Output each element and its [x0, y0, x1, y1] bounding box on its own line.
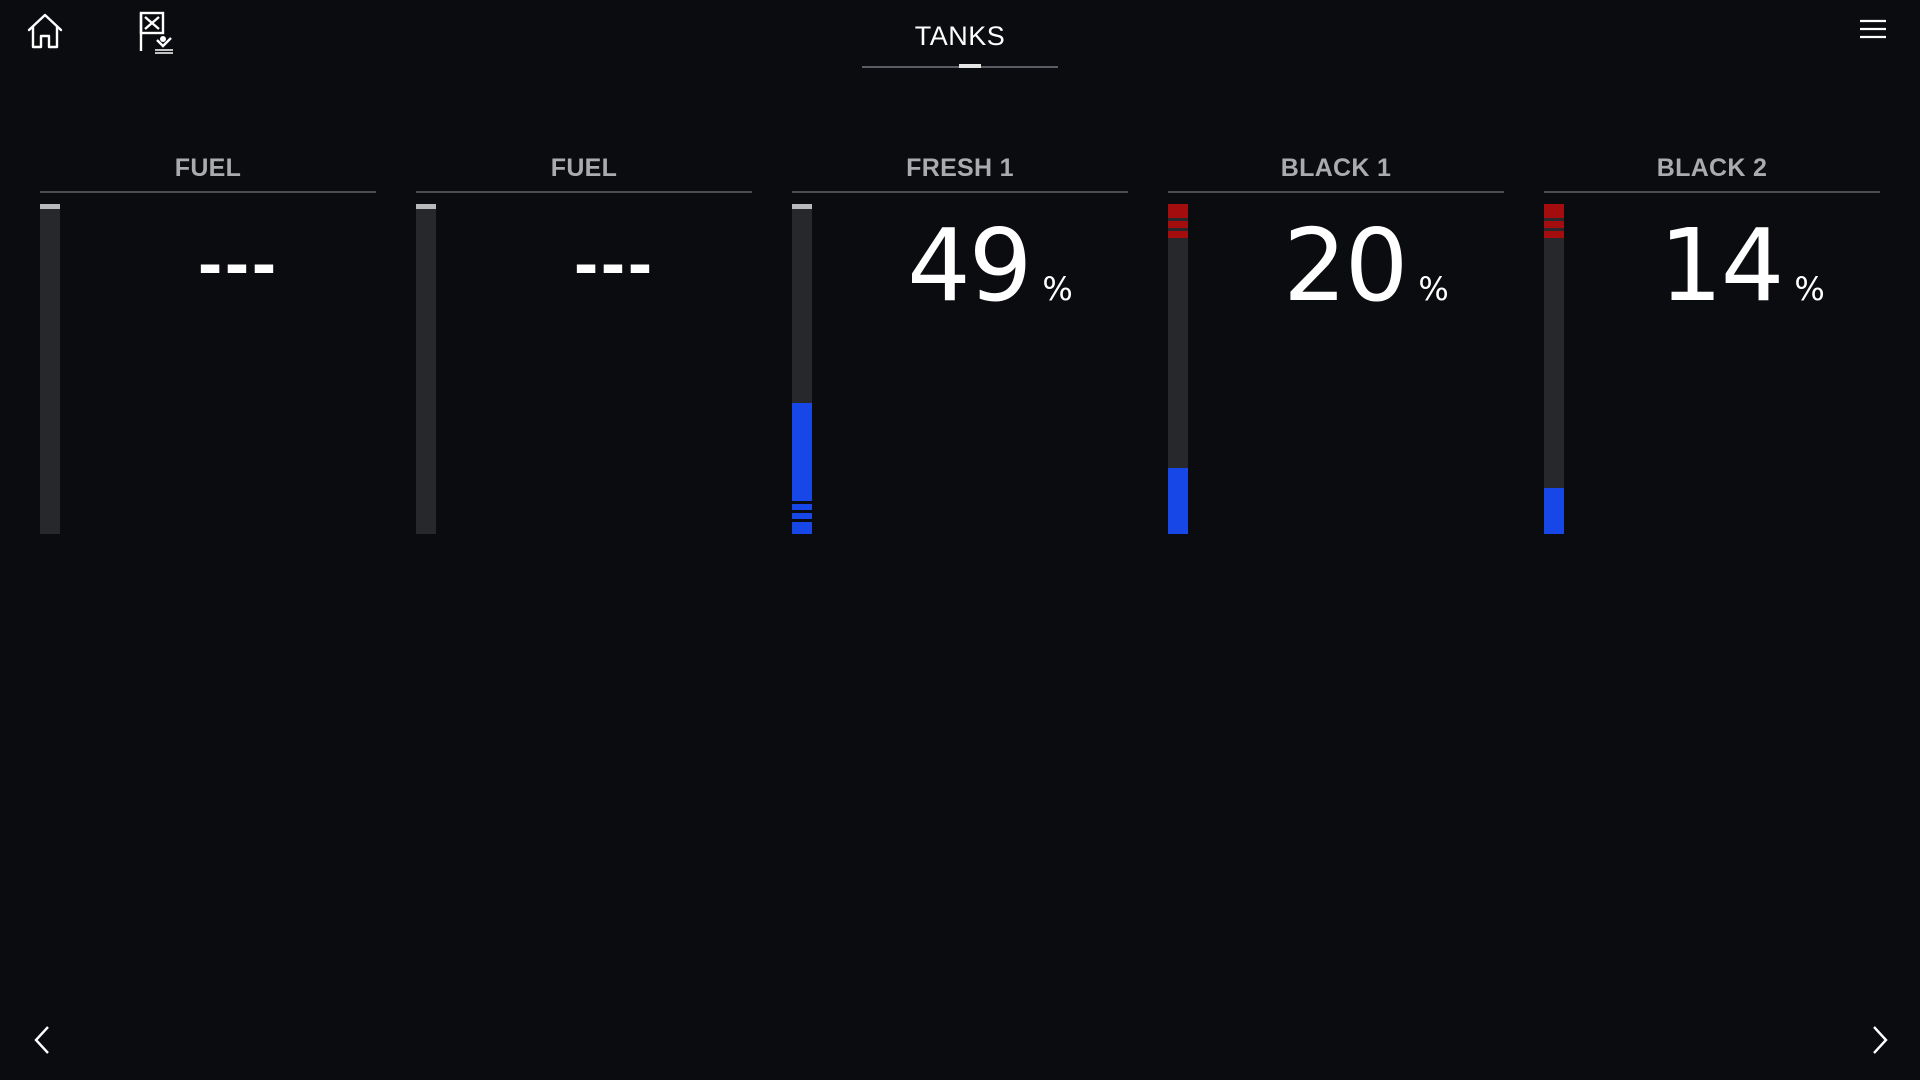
page-title: TANKS — [914, 21, 1006, 51]
tank-value: --- — [100, 216, 376, 316]
home-button[interactable] — [20, 8, 70, 54]
gauge-top-marker — [40, 204, 60, 209]
alarm-segment — [1168, 231, 1188, 238]
tank-level-gauge — [792, 204, 812, 534]
tank-value-number: --- — [573, 231, 655, 301]
alarm-segment — [1544, 231, 1564, 238]
man-overboard-icon — [139, 11, 173, 54]
chevron-right-icon — [1873, 1026, 1888, 1054]
tank-label: FRESH 1 — [906, 154, 1014, 182]
tank-value-unit: % — [1418, 270, 1449, 308]
tank-divider — [1544, 191, 1880, 193]
tank-black-2[interactable]: BLACK 2 14% — [1544, 150, 1880, 535]
tank-fuel-2[interactable]: FUEL --- — [416, 150, 752, 535]
next-page-button[interactable] — [1860, 1018, 1900, 1062]
tank-value-unit: % — [1042, 270, 1073, 308]
tank-level-fill — [792, 403, 812, 534]
tank-divider — [416, 191, 752, 193]
tank-value-number: 20 — [1283, 207, 1408, 324]
tank-value: 20% — [1228, 216, 1504, 316]
alarm-segment — [1168, 221, 1188, 228]
tank-level-fill — [1168, 468, 1188, 534]
alarm-segment — [1544, 221, 1564, 228]
tank-black-1[interactable]: BLACK 1 20% — [1168, 150, 1504, 535]
low-level-mark — [792, 519, 812, 522]
tank-fresh-1[interactable]: FRESH 1 49% — [792, 150, 1128, 535]
hamburger-menu-icon — [1860, 19, 1886, 39]
page-indicator — [959, 64, 981, 68]
tank-label: BLACK 2 — [1656, 154, 1768, 182]
tank-label: FUEL — [550, 154, 618, 182]
alarm-segment — [1168, 204, 1188, 218]
tank-divider — [1168, 191, 1504, 193]
tank-value: --- — [476, 216, 752, 316]
low-level-mark — [792, 501, 812, 504]
menu-button[interactable] — [1848, 10, 1898, 50]
tank-value-unit: % — [1794, 270, 1825, 308]
gauge-top-marker — [792, 204, 812, 209]
tank-label: FUEL — [174, 154, 242, 182]
tank-value: 49% — [852, 216, 1128, 316]
tank-level-gauge — [1544, 204, 1564, 534]
tank-level-gauge — [416, 204, 436, 534]
tank-value-number: 14 — [1659, 207, 1784, 324]
tank-level-gauge — [1168, 204, 1188, 534]
man-overboard-button[interactable] — [132, 6, 182, 56]
tank-label: BLACK 1 — [1280, 154, 1392, 182]
tank-value-number: 49 — [907, 207, 1032, 324]
tank-value-number: --- — [197, 231, 279, 301]
alarm-segment — [1544, 204, 1564, 218]
page-title-tab[interactable]: TANKS — [862, 14, 1058, 68]
previous-page-button[interactable] — [22, 1018, 62, 1062]
tank-fuel-1[interactable]: FUEL --- — [40, 150, 376, 535]
tank-value: 14% — [1604, 216, 1880, 316]
tank-level-gauge — [40, 204, 60, 534]
home-icon — [27, 13, 63, 49]
tanks-screen: TANKS FUEL --- FUEL --- FRESH 1 49 % BLA… — [0, 0, 1920, 1080]
high-level-alarm-zone — [1168, 204, 1188, 241]
low-level-mark — [792, 510, 812, 513]
tank-divider — [40, 191, 376, 193]
gauge-top-marker — [416, 204, 436, 209]
tank-divider — [792, 191, 1128, 193]
chevron-left-icon — [34, 1026, 49, 1054]
tank-level-fill — [1544, 488, 1564, 534]
high-level-alarm-zone — [1544, 204, 1564, 241]
